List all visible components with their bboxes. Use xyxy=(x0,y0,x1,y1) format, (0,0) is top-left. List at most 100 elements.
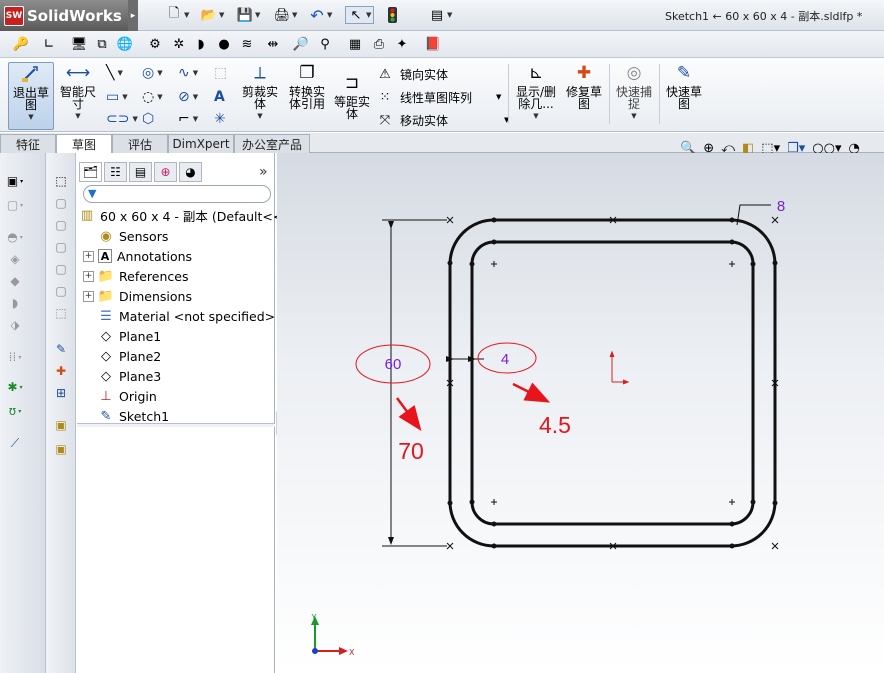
property-manager-tab-icon[interactable]: ☷ xyxy=(104,162,127,182)
mirror-entities-button[interactable]: ⚠ 镜向实体 xyxy=(376,64,448,84)
save-button[interactable]: 💾 ▼ xyxy=(237,6,260,24)
undo-button[interactable]: ↶ ▼ xyxy=(309,6,332,25)
spreadsheet-icon[interactable]: ▦ xyxy=(346,36,364,53)
print-button[interactable]: 🖨 ▼ xyxy=(274,6,298,24)
expand-icon[interactable]: + xyxy=(83,270,94,282)
tree-item-references[interactable]: + 📁 References xyxy=(83,266,188,286)
corner-icon[interactable]: ∟ xyxy=(40,36,58,53)
bowl-icon[interactable]: ◗ xyxy=(192,36,210,53)
cut-icon[interactable]: ◆ xyxy=(6,273,24,289)
trim-entities-button[interactable]: ⟂ 剪裁实 体 ▼ xyxy=(240,62,280,122)
pattern-icon[interactable]: ⁞⁞ ▾ xyxy=(6,349,24,365)
extrude-icon[interactable]: ◈ xyxy=(6,251,24,267)
measure-icon[interactable]: ⇹ xyxy=(264,36,282,53)
globe-icon[interactable]: 🌐 xyxy=(116,36,134,53)
options-button[interactable]: ▤ ▼ xyxy=(429,6,453,24)
bottom-view-icon[interactable]: ⬚ xyxy=(52,305,70,321)
layer-icon[interactable]: ▣ xyxy=(52,417,70,433)
display-delete-relations-button[interactable]: ⊾ 显示/删 除几... ▼ xyxy=(514,62,558,122)
layer2-icon[interactable]: ▣ xyxy=(52,441,70,457)
assembly-small-icon[interactable]: ⊞ xyxy=(52,385,70,401)
linear-pattern-button[interactable]: ⁙ 线性草图阵列 ▼ xyxy=(376,87,502,107)
key-icon[interactable]: 🔑 xyxy=(12,36,30,53)
menu-flyout-arrow-icon[interactable]: ▸ xyxy=(128,0,138,31)
move-entities-button[interactable]: ⤧ 移动实体 ▼ xyxy=(376,110,510,130)
tree-item-origin[interactable]: ⊥ Origin xyxy=(83,386,156,406)
assembly-icon[interactable]: ▣ ▾ xyxy=(6,173,24,189)
dimension-8-value[interactable]: 8 xyxy=(777,198,785,215)
arc-tool-button[interactable]: ◌ ▼ xyxy=(142,88,176,106)
open-button[interactable]: 📂 ▼ xyxy=(201,6,224,24)
book-icon[interactable]: 📕 xyxy=(424,36,442,53)
inner-profile[interactable] xyxy=(470,240,755,526)
zoom-icon[interactable]: 🔎 xyxy=(292,36,310,53)
smart-dimension-button[interactable]: ⟷ 智能尺 寸 ▼ xyxy=(58,62,98,122)
network-icon[interactable]: ⧉ xyxy=(93,36,111,53)
slot-tool-button[interactable]: ⊂⊃ ▼ xyxy=(106,110,140,128)
rapid-sketch-button[interactable]: ✎ 快速草 图 xyxy=(664,62,704,111)
ellipse-tool-button[interactable]: ⊘ ▼ xyxy=(178,88,212,106)
tree-item-annotations[interactable]: + A Annotations xyxy=(83,246,192,266)
top-view-icon[interactable]: ▢ xyxy=(52,283,70,299)
tab-sketch[interactable]: 草图 xyxy=(56,134,112,154)
left-view-icon[interactable]: ▢ xyxy=(52,239,70,255)
edit-sketch-icon[interactable]: ✎ xyxy=(52,341,70,357)
offset-entities-button[interactable]: ⊐ 等距实 体 xyxy=(332,72,372,121)
gear-icon[interactable]: ⚙ xyxy=(146,36,164,53)
pin-icon[interactable]: ● xyxy=(215,36,233,53)
fillet-icon[interactable]: ◗ xyxy=(6,295,24,311)
rotate-icon[interactable]: ◓ ▾ xyxy=(6,229,24,245)
tree-item-plane3[interactable]: ◇ Plane3 xyxy=(83,366,161,386)
dimxpert-manager-tab-icon[interactable]: ⊕ xyxy=(154,162,177,182)
repair-sketch-button[interactable]: ✚ 修复草 图 xyxy=(564,62,604,111)
tab-features[interactable]: 特征 xyxy=(0,134,56,153)
feature-manager-tab-icon[interactable]: 🗂 xyxy=(79,162,102,182)
expand-icon[interactable]: + xyxy=(83,250,94,262)
line-tool-button[interactable]: ╲ ▼ xyxy=(106,64,140,82)
more-tabs-button[interactable]: » xyxy=(259,164,268,180)
point-tool-button[interactable]: ⌐ ▼ xyxy=(178,110,212,128)
tree-item-dimensions[interactable]: + 📁 Dimensions xyxy=(83,286,192,306)
outer-profile[interactable] xyxy=(448,218,777,548)
tree-item-plane2[interactable]: ◇ Plane2 xyxy=(83,346,161,366)
right-view-icon[interactable]: ▢ xyxy=(52,261,70,277)
chamfer-icon[interactable]: ⬗ xyxy=(6,317,24,333)
sketch-canvas[interactable]: 60 4 8 70 4.5 Y X xyxy=(277,153,884,673)
solidworks-logo[interactable]: SW SolidWorks xyxy=(0,0,128,31)
rectangle-tool-button[interactable]: ▭ ▼ xyxy=(106,88,140,106)
binoculars-icon[interactable]: ⚲ xyxy=(316,36,334,53)
front-view-icon[interactable]: ▢ xyxy=(52,195,70,211)
new-document-button[interactable]: 🗋 ▼ xyxy=(166,6,190,24)
spline-tool-button[interactable]: ∿ ▼ xyxy=(178,64,212,82)
tab-office-products[interactable]: 办公室产品 xyxy=(234,134,310,153)
exit-sketch-button[interactable]: 退出草 图 ▼ xyxy=(8,62,54,130)
tree-filter-input[interactable]: ▼ xyxy=(83,185,271,203)
sparkle-icon[interactable]: ✦ xyxy=(393,36,411,53)
quick-snaps-button[interactable]: ◎ 快速捕 捉 ▼ xyxy=(614,62,654,122)
relation-icon[interactable]: ✱ ▾ xyxy=(6,379,24,395)
tree-item-sensors[interactable]: ◉ Sensors xyxy=(83,226,168,246)
monitor-icon[interactable]: 🖥 xyxy=(70,36,88,53)
polygon-tool-button[interactable]: ⬡ xyxy=(142,110,176,128)
tab-dimxpert[interactable]: DimXpert xyxy=(168,134,234,153)
rebuild-button[interactable] xyxy=(384,6,400,24)
tree-item-material[interactable]: ☰ Material <not specified> xyxy=(83,306,275,326)
tree-item-plane1[interactable]: ◇ Plane1 xyxy=(83,326,161,346)
repair-small-icon[interactable]: ✚ xyxy=(52,363,70,379)
part-icon[interactable]: ▢ ▾ xyxy=(6,197,24,213)
dimension-60-value[interactable]: 60 xyxy=(385,356,402,373)
sketch-tool-icon[interactable]: ⟋ xyxy=(6,435,24,451)
configuration-manager-tab-icon[interactable]: ▤ xyxy=(129,162,152,182)
curve-icon[interactable]: ʊ ▾ xyxy=(6,403,24,419)
tree-root-part[interactable]: ▥ 60 x 60 x 4 - 副本 (Default<<D xyxy=(79,205,293,225)
convert-entities-button[interactable]: ❐ 转换实 体引用 xyxy=(286,62,328,111)
expand-icon[interactable]: + xyxy=(83,290,94,302)
cog-icon[interactable]: ✲ xyxy=(170,36,188,53)
printer2-icon[interactable]: ⎙ xyxy=(370,36,388,53)
display-manager-tab-icon[interactable]: ◕ xyxy=(179,162,202,182)
dimension-4-value[interactable]: 4 xyxy=(501,351,509,368)
select-button[interactable]: ↖ ▼ xyxy=(345,6,375,24)
tab-evaluate[interactable]: 评估 xyxy=(112,134,168,153)
spring-icon[interactable]: ≋ xyxy=(238,36,256,53)
isometric-view-icon[interactable]: ⬚ xyxy=(52,173,70,189)
